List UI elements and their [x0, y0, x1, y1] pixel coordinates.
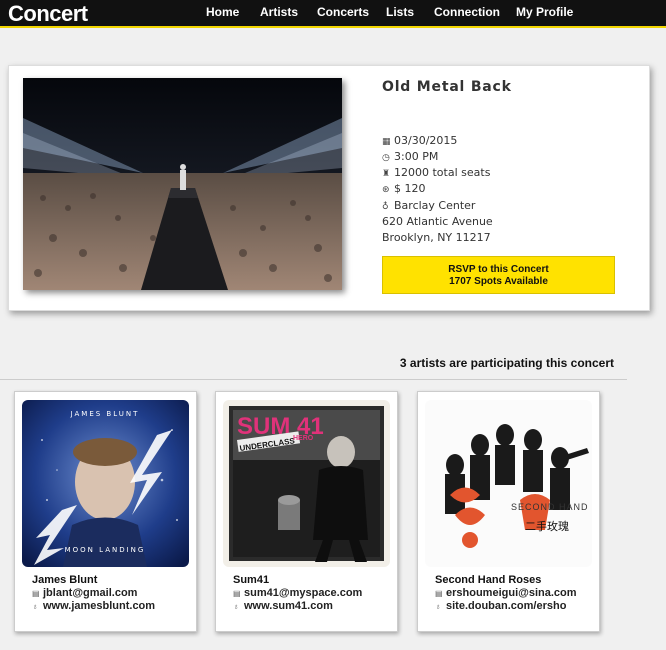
email-icon: ▤ — [32, 589, 40, 598]
artist-email[interactable]: ▤ jblant@gmail.com — [32, 587, 137, 599]
artist-website[interactable]: ♁ www.jamesblunt.com — [32, 600, 155, 612]
seat-icon: ♜ — [382, 169, 391, 179]
cover-text-top: SECOND HAND ROSE — [511, 502, 592, 512]
artist-email[interactable]: ▤ sum41@myspace.com — [233, 587, 362, 599]
james-blunt-cover-image: JAMES BLUNT MOON LANDING — [22, 400, 189, 567]
artist-album-cover: SUM 41 UNDERCLASS HERO — [223, 400, 390, 567]
concert-price: ⊛ $ 120 — [382, 182, 426, 195]
nav-lists[interactable]: Lists — [386, 5, 414, 19]
concert-title: Old Metal Back — [382, 79, 512, 95]
rsvp-button[interactable]: RSVP to this Concert 1707 Spots Availabl… — [382, 256, 615, 294]
money-icon: ⊛ — [382, 185, 390, 195]
concert-card: Old Metal Back ▦ 03/30/2015 ◷ 3:00 PM ♜ 120… — [8, 65, 650, 311]
nav-my-profile[interactable]: My Profile — [516, 5, 573, 19]
artist-album-cover: SECOND HAND ROSE 二手玫瑰 — [425, 400, 592, 567]
clock-icon: ◷ — [382, 153, 390, 163]
artist-email[interactable]: ▤ ershoumeigui@sina.com — [435, 587, 577, 599]
location-pin-icon: ♁ — [382, 202, 389, 212]
link-pin-icon: ♁ — [32, 602, 38, 611]
nav-artists[interactable]: Artists — [260, 5, 298, 19]
artist-card-james-blunt[interactable]: JAMES BLUNT MOON LANDING James Blunt ▤ jb… — [14, 391, 197, 632]
spots-available-label: 1707 Spots Available — [449, 276, 548, 287]
email-icon: ▤ — [233, 589, 241, 598]
nav-connection[interactable]: Connection — [434, 5, 500, 19]
artist-name[interactable]: Sum41 — [233, 574, 269, 586]
artist-album-cover: JAMES BLUNT MOON LANDING — [22, 400, 189, 567]
sum41-cover-image: SUM 41 UNDERCLASS HERO — [223, 400, 390, 567]
link-pin-icon: ♁ — [435, 602, 441, 611]
concert-seats: ♜ 12000 total seats — [382, 166, 491, 179]
brand-logo[interactable]: Concert — [8, 1, 88, 27]
concert-photo — [23, 78, 342, 290]
concert-time: ◷ 3:00 PM — [382, 150, 439, 163]
artist-card-second-hand-roses[interactable]: SECOND HAND ROSE 二手玫瑰 Second Hand Roses … — [417, 391, 600, 632]
concert-address-line1: 620 Atlantic Avenue — [382, 215, 493, 228]
cover-text-hero: HERO — [293, 435, 314, 442]
section-divider — [0, 379, 627, 380]
second-hand-roses-cover-image: SECOND HAND ROSE 二手玫瑰 — [425, 400, 592, 567]
concert-date: ▦ 03/30/2015 — [382, 134, 458, 147]
artist-name[interactable]: James Blunt — [32, 574, 97, 586]
artists-count-heading: 3 artists are participating this concert — [399, 356, 614, 370]
nav-concerts[interactable]: Concerts — [317, 5, 369, 19]
svg-text:二手玫瑰: 二手玫瑰 — [525, 519, 569, 533]
calendar-icon: ▦ — [382, 137, 391, 147]
artist-website[interactable]: ♁ site.douban.com/ersho — [435, 600, 566, 612]
concert-crowd-image — [23, 78, 342, 290]
cover-text-bottom: MOON LANDING — [65, 546, 146, 554]
link-pin-icon: ♁ — [233, 602, 239, 611]
cover-text-top: JAMES BLUNT — [70, 410, 140, 418]
concert-venue: ♁ Barclay Center — [382, 199, 476, 212]
artist-name[interactable]: Second Hand Roses — [435, 574, 541, 586]
nav-home[interactable]: Home — [206, 5, 239, 19]
artist-card-sum41[interactable]: SUM 41 UNDERCLASS HERO Sum41 ▤ sum41@mysp… — [215, 391, 398, 632]
email-icon: ▤ — [435, 589, 443, 598]
concert-address-line2: Brooklyn, NY 11217 — [382, 231, 491, 244]
rsvp-label: RSVP to this Concert — [448, 264, 549, 275]
artist-website[interactable]: ♁ www.sum41.com — [233, 600, 333, 612]
top-navbar: Concert Home Artists Concerts Lists Conn… — [0, 0, 666, 28]
